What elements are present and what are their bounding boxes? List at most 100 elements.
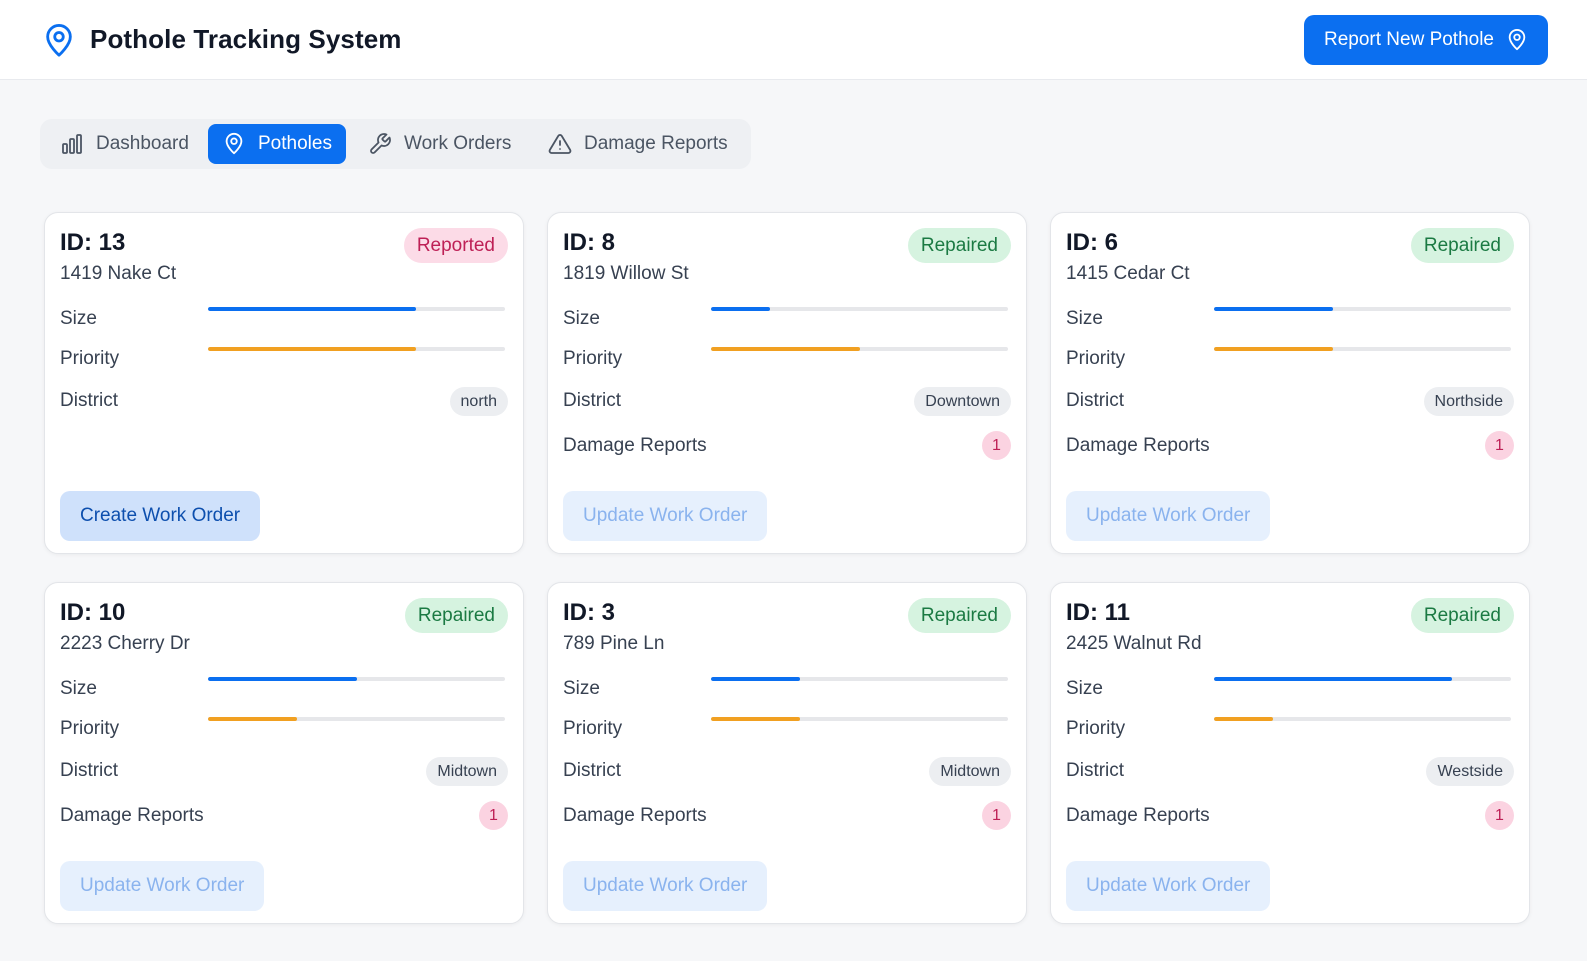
priority-bar-fill — [1214, 717, 1274, 721]
district-badge: Midtown — [929, 757, 1011, 786]
update-work-order-button[interactable]: Update Work Order — [1066, 861, 1271, 911]
tab-work-orders[interactable]: Work Orders — [354, 124, 525, 164]
district-badge: Westside — [1426, 757, 1514, 786]
update-work-order-button[interactable]: Update Work Order — [60, 861, 265, 911]
bar-chart-icon — [62, 134, 82, 154]
create-work-order-button[interactable]: Create Work Order — [60, 491, 261, 541]
tab-label: Damage Reports — [584, 133, 728, 154]
status-badge: Repaired — [404, 598, 508, 633]
size-label: Size — [563, 678, 600, 699]
district-badge: Downtown — [914, 387, 1011, 416]
district-label: District — [1066, 390, 1125, 411]
district-badge: Northside — [1423, 387, 1514, 416]
size-bar-fill — [1214, 307, 1333, 311]
size-bar-fill — [208, 307, 416, 311]
pothole-address: 1415 Cedar Ct — [1066, 263, 1190, 284]
size-bar — [208, 677, 505, 681]
size-bar-fill — [711, 307, 771, 311]
district-label: District — [1066, 760, 1125, 781]
priority-bar-fill — [1214, 347, 1333, 351]
tab-potholes[interactable]: Potholes — [208, 124, 346, 164]
size-bar — [711, 307, 1008, 311]
map-pin-icon — [1508, 29, 1526, 51]
priority-label: Priority — [1066, 348, 1126, 369]
tab-dashboard[interactable]: Dashboard — [46, 124, 203, 164]
district-label: District — [563, 390, 622, 411]
district-label: District — [60, 760, 119, 781]
status-badge: Repaired — [907, 598, 1011, 633]
tab-label: Potholes — [258, 133, 332, 154]
status-badge: Reported — [403, 228, 508, 263]
priority-bar — [1214, 347, 1511, 351]
priority-label: Priority — [563, 348, 623, 369]
district-label: District — [563, 760, 622, 781]
damage-count-badge: 1 — [1485, 431, 1514, 460]
pothole-card: ID: 11 Repaired 2425 Walnut Rd Size Prio… — [1050, 582, 1530, 924]
size-bar — [208, 307, 505, 311]
size-bar — [1214, 677, 1511, 681]
priority-bar — [711, 717, 1008, 721]
priority-bar-fill — [711, 717, 801, 721]
status-badge: Repaired — [907, 228, 1011, 263]
priority-label: Priority — [60, 718, 120, 739]
update-work-order-button[interactable]: Update Work Order — [1066, 491, 1271, 541]
map-pin-icon — [225, 132, 243, 155]
damage-reports-label: Damage Reports — [563, 805, 707, 826]
damage-count-badge: 1 — [982, 801, 1011, 830]
district-badge: Midtown — [426, 757, 508, 786]
pothole-id: ID: 3 — [563, 599, 616, 626]
tab-label: Work Orders — [404, 133, 512, 154]
size-bar — [1214, 307, 1511, 311]
pothole-id: ID: 10 — [60, 599, 126, 626]
pothole-card: ID: 8 Repaired 1819 Willow St Size Prior… — [547, 212, 1027, 554]
main-tabs: Dashboard Potholes Work Orders Damage Re… — [40, 119, 751, 169]
damage-reports-label: Damage Reports — [1066, 805, 1210, 826]
size-bar-fill — [1214, 677, 1452, 681]
damage-reports-label: Damage Reports — [1066, 435, 1210, 456]
size-label: Size — [60, 308, 97, 329]
size-bar — [711, 677, 1008, 681]
damage-count-badge: 1 — [479, 801, 508, 830]
size-label: Size — [60, 678, 97, 699]
pothole-address: 1819 Willow St — [563, 263, 689, 284]
pothole-card: ID: 3 Repaired 789 Pine Ln Size Priority… — [547, 582, 1027, 924]
update-work-order-button[interactable]: Update Work Order — [563, 491, 768, 541]
pothole-address: 2425 Walnut Rd — [1066, 633, 1202, 654]
damage-reports-label: Damage Reports — [563, 435, 707, 456]
pothole-card: ID: 6 Repaired 1415 Cedar Ct Size Priori… — [1050, 212, 1530, 554]
status-badge: Repaired — [1410, 598, 1514, 633]
map-pin-icon — [46, 24, 72, 57]
app-title: Pothole Tracking System — [90, 24, 402, 54]
damage-count-badge: 1 — [982, 431, 1011, 460]
report-button-label: Report New Pothole — [1323, 29, 1495, 50]
priority-bar — [208, 347, 505, 351]
priority-label: Priority — [563, 718, 623, 739]
size-label: Size — [1066, 308, 1103, 329]
priority-bar — [1214, 717, 1511, 721]
tab-damage-reports[interactable]: Damage Reports — [534, 124, 742, 164]
pothole-address: 789 Pine Ln — [563, 633, 665, 654]
wrench-icon — [370, 133, 391, 154]
report-new-pothole-button[interactable]: Report New Pothole — [1304, 15, 1548, 65]
size-bar-fill — [711, 677, 801, 681]
priority-label: Priority — [1066, 718, 1126, 739]
priority-bar-fill — [208, 347, 416, 351]
priority-bar-fill — [711, 347, 860, 351]
size-bar-fill — [208, 677, 357, 681]
priority-bar — [711, 347, 1008, 351]
update-work-order-button[interactable]: Update Work Order — [563, 861, 768, 911]
pothole-id: ID: 11 — [1066, 599, 1131, 626]
damage-reports-label: Damage Reports — [60, 805, 204, 826]
pothole-card: ID: 13 Reported 1419 Nake Ct Size Priori… — [44, 212, 524, 554]
size-label: Size — [1066, 678, 1103, 699]
size-label: Size — [563, 308, 600, 329]
priority-bar-fill — [208, 717, 298, 721]
app-header: Pothole Tracking System Report New Potho… — [0, 0, 1587, 80]
pothole-card: ID: 10 Repaired 2223 Cherry Dr Size Prio… — [44, 582, 524, 924]
alert-triangle-icon — [548, 134, 572, 154]
damage-count-badge: 1 — [1485, 801, 1514, 830]
priority-label: Priority — [60, 348, 120, 369]
priority-bar — [208, 717, 505, 721]
pothole-id: ID: 8 — [563, 229, 616, 256]
pothole-id: ID: 13 — [60, 229, 126, 256]
